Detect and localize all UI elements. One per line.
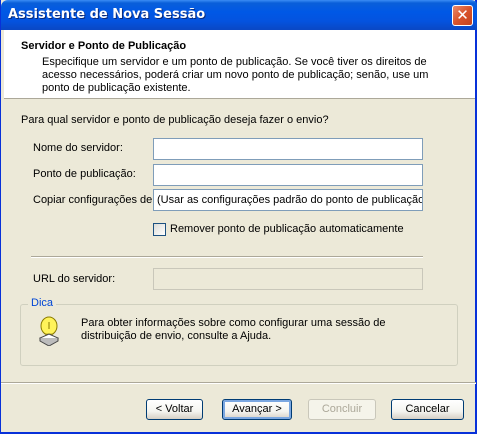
publishing-point-input[interactable] bbox=[153, 164, 423, 186]
wizard-window: Assistente de Nova Sessão ✕ Servidor e P… bbox=[0, 0, 477, 434]
auto-remove-checkbox[interactable] bbox=[153, 223, 166, 236]
copy-settings-select[interactable]: (Usar as configurações padrão do ponto d… bbox=[153, 189, 423, 211]
server-question: Para qual servidor e ponto de publicação… bbox=[21, 114, 329, 126]
footer-divider bbox=[1, 382, 476, 384]
server-url-label: URL do servidor: bbox=[33, 273, 116, 285]
auto-remove-label[interactable]: Remover ponto de publicação automaticame… bbox=[170, 223, 404, 235]
lightbulb-hint-icon bbox=[38, 316, 60, 346]
server-url-field bbox=[153, 268, 423, 290]
back-button[interactable]: < Voltar bbox=[146, 399, 203, 420]
tip-text: Para obter informações sobre como config… bbox=[81, 317, 386, 342]
cancel-button[interactable]: Cancelar bbox=[391, 399, 464, 420]
finish-button: Concluir bbox=[308, 399, 376, 420]
title-bar[interactable]: Assistente de Nova Sessão ✕ bbox=[1, 0, 477, 30]
page-description: Especifique um servidor e um ponto de pu… bbox=[42, 56, 429, 94]
page-title: Servidor e Ponto de Publicação bbox=[21, 40, 187, 52]
close-button[interactable]: ✕ bbox=[452, 5, 473, 26]
wizard-header: Servidor e Ponto de Publicação Especifiq… bbox=[4, 30, 475, 99]
server-name-label: Nome do servidor: bbox=[33, 142, 123, 154]
copy-settings-label: Copiar configurações de: bbox=[33, 194, 156, 206]
section-divider bbox=[31, 256, 423, 258]
copy-settings-value: (Usar as configurações padrão do ponto d… bbox=[157, 194, 423, 206]
tip-title: Dica bbox=[28, 297, 57, 309]
publishing-point-label: Ponto de publicação: bbox=[33, 168, 136, 180]
close-icon: ✕ bbox=[456, 6, 469, 24]
window-title: Assistente de Nova Sessão bbox=[8, 7, 206, 22]
next-button[interactable]: Avançar > bbox=[222, 399, 292, 420]
server-name-input[interactable] bbox=[153, 138, 423, 160]
